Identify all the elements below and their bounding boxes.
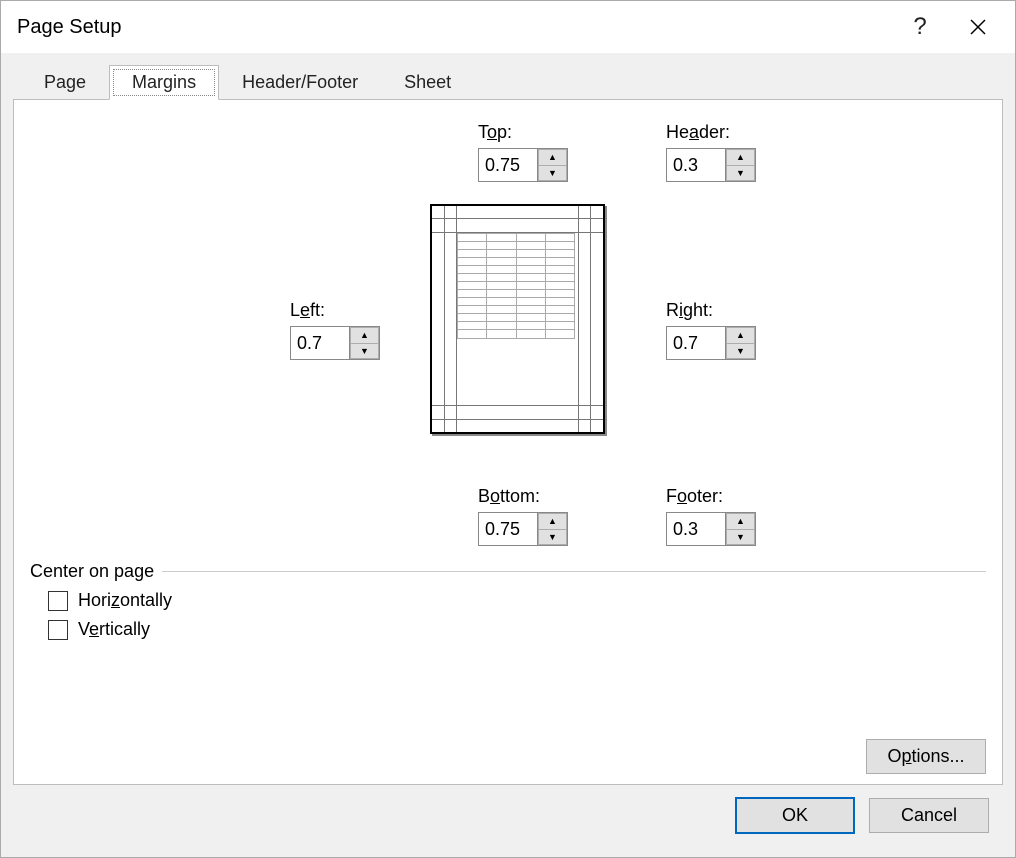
top-spin-down[interactable]: ▼	[538, 165, 567, 182]
preview-content-icon	[457, 233, 575, 343]
dialog-content: Page Margins Header/Footer Sheet Top: ▲ …	[1, 53, 1015, 857]
tab-margins[interactable]: Margins	[109, 65, 219, 100]
header-label: Header:	[666, 122, 730, 143]
right-spin-up[interactable]: ▲	[726, 327, 755, 343]
bottom-spin-buttons: ▲ ▼	[537, 513, 567, 545]
titlebar: Page Setup ?	[1, 1, 1015, 53]
top-label: Top:	[478, 122, 512, 143]
horizontally-checkbox-row[interactable]: Horizontally	[48, 590, 986, 611]
bottom-label: Bottom:	[478, 486, 540, 507]
header-input[interactable]	[667, 149, 725, 181]
tab-sheet[interactable]: Sheet	[381, 65, 474, 99]
footer-spin-down[interactable]: ▼	[726, 529, 755, 546]
vertically-label: Vertically	[78, 619, 150, 640]
horizontally-checkbox[interactable]	[48, 591, 68, 611]
tab-page[interactable]: Page	[21, 65, 109, 99]
page-setup-dialog: Page Setup ? Page Margins Header/Footer …	[0, 0, 1016, 858]
margins-layout: Top: ▲ ▼ Header: ▲ ▼	[30, 116, 986, 711]
footer-label: Footer:	[666, 486, 723, 507]
center-on-page-title: Center on page	[30, 561, 154, 582]
help-button[interactable]: ?	[891, 1, 949, 53]
right-input[interactable]	[667, 327, 725, 359]
top-spin-up[interactable]: ▲	[538, 149, 567, 165]
bottom-spin-down[interactable]: ▼	[538, 529, 567, 546]
header-spin-up[interactable]: ▲	[726, 149, 755, 165]
options-button[interactable]: Options...	[866, 739, 986, 774]
left-input[interactable]	[291, 327, 349, 359]
top-spin-buttons: ▲ ▼	[537, 149, 567, 181]
footer-spin-up[interactable]: ▲	[726, 513, 755, 529]
horizontally-label: Horizontally	[78, 590, 172, 611]
dialog-footer: OK Cancel	[13, 785, 1003, 845]
header-spin-buttons: ▲ ▼	[725, 149, 755, 181]
top-spinner[interactable]: ▲ ▼	[478, 148, 568, 182]
close-button[interactable]	[949, 1, 1007, 53]
top-input[interactable]	[479, 149, 537, 181]
left-spinner[interactable]: ▲ ▼	[290, 326, 380, 360]
dialog-title: Page Setup	[17, 16, 891, 39]
right-spin-buttons: ▲ ▼	[725, 327, 755, 359]
left-spin-buttons: ▲ ▼	[349, 327, 379, 359]
footer-spin-buttons: ▲ ▼	[725, 513, 755, 545]
cancel-button[interactable]: Cancel	[869, 798, 989, 833]
right-spin-down[interactable]: ▼	[726, 343, 755, 360]
left-label: Left:	[290, 300, 325, 321]
tab-header-footer[interactable]: Header/Footer	[219, 65, 381, 99]
left-spin-down[interactable]: ▼	[350, 343, 379, 360]
tabstrip: Page Margins Header/Footer Sheet	[21, 65, 1003, 99]
header-spin-down[interactable]: ▼	[726, 165, 755, 182]
ok-button[interactable]: OK	[735, 797, 855, 834]
bottom-spinner[interactable]: ▲ ▼	[478, 512, 568, 546]
center-on-page-group: Center on page	[30, 561, 986, 582]
right-label: Right:	[666, 300, 713, 321]
vertically-checkbox-row[interactable]: Vertically	[48, 619, 986, 640]
bottom-spin-up[interactable]: ▲	[538, 513, 567, 529]
margins-panel: Top: ▲ ▼ Header: ▲ ▼	[13, 99, 1003, 785]
close-icon	[970, 19, 986, 35]
left-spin-up[interactable]: ▲	[350, 327, 379, 343]
bottom-input[interactable]	[479, 513, 537, 545]
footer-input[interactable]	[667, 513, 725, 545]
footer-spinner[interactable]: ▲ ▼	[666, 512, 756, 546]
vertically-checkbox[interactable]	[48, 620, 68, 640]
right-spinner[interactable]: ▲ ▼	[666, 326, 756, 360]
header-spinner[interactable]: ▲ ▼	[666, 148, 756, 182]
page-preview	[430, 204, 605, 434]
